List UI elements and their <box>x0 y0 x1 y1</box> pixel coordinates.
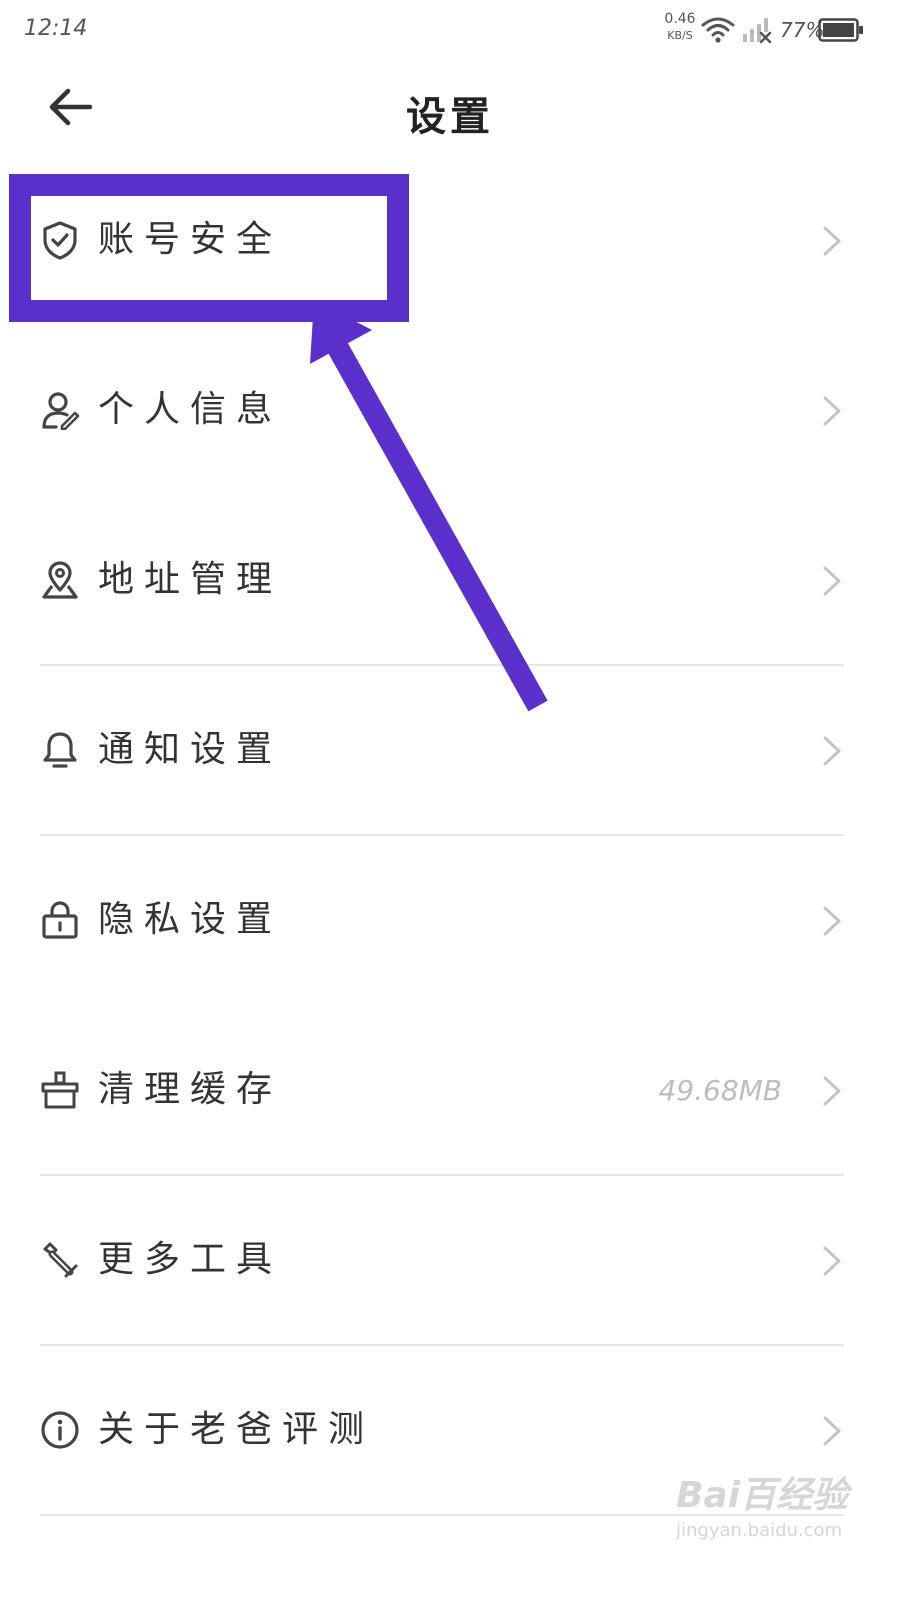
settings-item-label: 隐私设置 <box>98 899 283 940</box>
settings-item-address[interactable]: 地址管理 <box>0 496 900 666</box>
status-bar: 12:14 0.46 KB/S 77% <box>0 0 900 64</box>
chevron-right-icon <box>820 224 844 258</box>
cache-size-value: 49.68MB <box>658 1074 782 1107</box>
chevron-right-icon <box>820 1244 844 1278</box>
settings-item-label: 个人信息 <box>98 389 283 430</box>
settings-item-about[interactable]: 关于老爸评测 <box>0 1346 900 1516</box>
section-divider <box>40 1514 844 1516</box>
settings-item-label: 地址管理 <box>98 559 283 600</box>
chevron-right-icon <box>820 1414 844 1448</box>
page-title: 设置 <box>406 94 494 140</box>
network-speed: 0.46 KB/S <box>660 12 700 41</box>
settings-item-notifications[interactable]: 通知设置 <box>0 666 900 836</box>
network-speed-unit: KB/S <box>667 29 693 42</box>
settings-item-label: 更多工具 <box>98 1239 283 1280</box>
settings-item-label: 关于老爸评测 <box>98 1409 375 1450</box>
settings-item-privacy[interactable]: 隐私设置 <box>0 836 900 1006</box>
user-edit-icon <box>40 390 80 431</box>
chevron-right-icon <box>820 1074 844 1108</box>
wifi-icon <box>700 14 736 48</box>
status-time: 12:14 <box>24 16 88 41</box>
app-header: 设置 <box>0 64 900 154</box>
shield-check-icon <box>40 220 80 260</box>
settings-item-account-security[interactable]: 账号安全 <box>0 156 900 326</box>
watermark-url: jingyan.baidu.com <box>676 1520 843 1541</box>
network-speed-value: 0.46 <box>664 11 696 27</box>
wrench-icon <box>40 1240 80 1280</box>
info-icon <box>40 1410 80 1450</box>
signal-icon <box>742 16 772 48</box>
bell-icon <box>40 730 80 770</box>
settings-item-label: 清理缓存 <box>98 1069 283 1110</box>
settings-item-label: 账号安全 <box>98 219 283 260</box>
battery-icon <box>818 16 864 48</box>
chevron-right-icon <box>820 564 844 598</box>
settings-item-personal-info[interactable]: 个人信息 <box>0 326 900 496</box>
chevron-right-icon <box>820 734 844 768</box>
location-pin-icon <box>40 560 80 600</box>
settings-item-more-tools[interactable]: 更多工具 <box>0 1176 900 1346</box>
broom-icon <box>40 1070 80 1110</box>
chevron-right-icon <box>820 904 844 938</box>
settings-item-label: 通知设置 <box>98 729 283 770</box>
lock-icon <box>40 900 80 940</box>
settings-item-clear-cache[interactable]: 清理缓存 49.68MB <box>0 1006 900 1176</box>
chevron-right-icon <box>820 394 844 428</box>
